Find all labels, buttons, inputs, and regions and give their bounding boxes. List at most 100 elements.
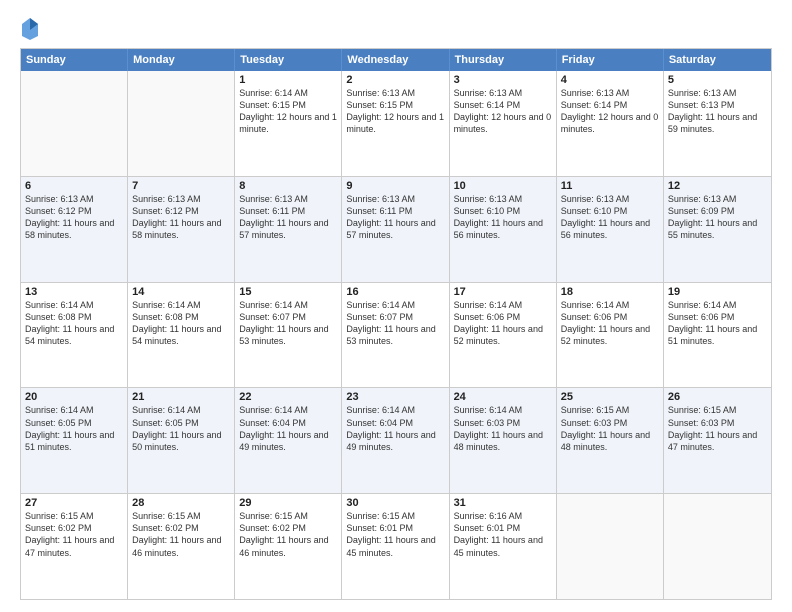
day-number: 22: [239, 391, 337, 403]
day-number: 20: [25, 391, 123, 403]
cal-cell-4-7: 26Sunrise: 6:15 AM Sunset: 6:03 PM Dayli…: [664, 388, 771, 493]
calendar-row-5: 27Sunrise: 6:15 AM Sunset: 6:02 PM Dayli…: [21, 493, 771, 599]
calendar-header: SundayMondayTuesdayWednesdayThursdayFrid…: [21, 49, 771, 71]
cal-cell-4-4: 23Sunrise: 6:14 AM Sunset: 6:04 PM Dayli…: [342, 388, 449, 493]
header-day-wednesday: Wednesday: [342, 49, 449, 71]
cal-cell-4-2: 21Sunrise: 6:14 AM Sunset: 6:05 PM Dayli…: [128, 388, 235, 493]
logo-icon: [20, 16, 40, 40]
cell-info: Sunrise: 6:14 AM Sunset: 6:06 PM Dayligh…: [561, 299, 659, 348]
cell-info: Sunrise: 6:14 AM Sunset: 6:05 PM Dayligh…: [25, 404, 123, 453]
cal-cell-3-4: 16Sunrise: 6:14 AM Sunset: 6:07 PM Dayli…: [342, 283, 449, 388]
cal-cell-4-3: 22Sunrise: 6:14 AM Sunset: 6:04 PM Dayli…: [235, 388, 342, 493]
day-number: 2: [346, 74, 444, 86]
header-day-tuesday: Tuesday: [235, 49, 342, 71]
day-number: 30: [346, 497, 444, 509]
day-number: 8: [239, 180, 337, 192]
cal-cell-5-1: 27Sunrise: 6:15 AM Sunset: 6:02 PM Dayli…: [21, 494, 128, 599]
cell-info: Sunrise: 6:15 AM Sunset: 6:02 PM Dayligh…: [25, 510, 123, 559]
day-number: 4: [561, 74, 659, 86]
header-day-saturday: Saturday: [664, 49, 771, 71]
calendar: SundayMondayTuesdayWednesdayThursdayFrid…: [20, 48, 772, 600]
cal-cell-1-2: [128, 71, 235, 176]
cell-info: Sunrise: 6:13 AM Sunset: 6:10 PM Dayligh…: [561, 193, 659, 242]
cell-info: Sunrise: 6:15 AM Sunset: 6:02 PM Dayligh…: [132, 510, 230, 559]
day-number: 3: [454, 74, 552, 86]
day-number: 26: [668, 391, 767, 403]
day-number: 6: [25, 180, 123, 192]
day-number: 24: [454, 391, 552, 403]
cal-cell-4-5: 24Sunrise: 6:14 AM Sunset: 6:03 PM Dayli…: [450, 388, 557, 493]
cal-cell-4-1: 20Sunrise: 6:14 AM Sunset: 6:05 PM Dayli…: [21, 388, 128, 493]
calendar-row-2: 6Sunrise: 6:13 AM Sunset: 6:12 PM Daylig…: [21, 176, 771, 282]
day-number: 12: [668, 180, 767, 192]
page: SundayMondayTuesdayWednesdayThursdayFrid…: [0, 0, 792, 612]
day-number: 5: [668, 74, 767, 86]
day-number: 27: [25, 497, 123, 509]
cal-cell-4-6: 25Sunrise: 6:15 AM Sunset: 6:03 PM Dayli…: [557, 388, 664, 493]
calendar-row-3: 13Sunrise: 6:14 AM Sunset: 6:08 PM Dayli…: [21, 282, 771, 388]
cell-info: Sunrise: 6:15 AM Sunset: 6:03 PM Dayligh…: [668, 404, 767, 453]
calendar-row-4: 20Sunrise: 6:14 AM Sunset: 6:05 PM Dayli…: [21, 387, 771, 493]
day-number: 31: [454, 497, 552, 509]
header-day-monday: Monday: [128, 49, 235, 71]
cal-cell-3-6: 18Sunrise: 6:14 AM Sunset: 6:06 PM Dayli…: [557, 283, 664, 388]
cal-cell-2-3: 8Sunrise: 6:13 AM Sunset: 6:11 PM Daylig…: [235, 177, 342, 282]
header-day-sunday: Sunday: [21, 49, 128, 71]
cal-cell-5-6: [557, 494, 664, 599]
cell-info: Sunrise: 6:13 AM Sunset: 6:14 PM Dayligh…: [454, 87, 552, 136]
cell-info: Sunrise: 6:14 AM Sunset: 6:04 PM Dayligh…: [346, 404, 444, 453]
cal-cell-5-4: 30Sunrise: 6:15 AM Sunset: 6:01 PM Dayli…: [342, 494, 449, 599]
cell-info: Sunrise: 6:13 AM Sunset: 6:13 PM Dayligh…: [668, 87, 767, 136]
cal-cell-2-4: 9Sunrise: 6:13 AM Sunset: 6:11 PM Daylig…: [342, 177, 449, 282]
day-number: 11: [561, 180, 659, 192]
cell-info: Sunrise: 6:15 AM Sunset: 6:01 PM Dayligh…: [346, 510, 444, 559]
cal-cell-5-7: [664, 494, 771, 599]
day-number: 16: [346, 286, 444, 298]
day-number: 25: [561, 391, 659, 403]
cell-info: Sunrise: 6:14 AM Sunset: 6:05 PM Dayligh…: [132, 404, 230, 453]
logo: [20, 16, 44, 40]
header-day-thursday: Thursday: [450, 49, 557, 71]
cal-cell-1-5: 3Sunrise: 6:13 AM Sunset: 6:14 PM Daylig…: [450, 71, 557, 176]
cal-cell-5-2: 28Sunrise: 6:15 AM Sunset: 6:02 PM Dayli…: [128, 494, 235, 599]
cal-cell-2-1: 6Sunrise: 6:13 AM Sunset: 6:12 PM Daylig…: [21, 177, 128, 282]
cal-cell-1-7: 5Sunrise: 6:13 AM Sunset: 6:13 PM Daylig…: [664, 71, 771, 176]
calendar-row-1: 1Sunrise: 6:14 AM Sunset: 6:15 PM Daylig…: [21, 71, 771, 176]
cal-cell-5-5: 31Sunrise: 6:16 AM Sunset: 6:01 PM Dayli…: [450, 494, 557, 599]
cell-info: Sunrise: 6:14 AM Sunset: 6:07 PM Dayligh…: [346, 299, 444, 348]
cal-cell-2-7: 12Sunrise: 6:13 AM Sunset: 6:09 PM Dayli…: [664, 177, 771, 282]
day-number: 23: [346, 391, 444, 403]
cell-info: Sunrise: 6:14 AM Sunset: 6:04 PM Dayligh…: [239, 404, 337, 453]
day-number: 15: [239, 286, 337, 298]
cell-info: Sunrise: 6:14 AM Sunset: 6:03 PM Dayligh…: [454, 404, 552, 453]
day-number: 19: [668, 286, 767, 298]
cell-info: Sunrise: 6:14 AM Sunset: 6:08 PM Dayligh…: [132, 299, 230, 348]
cell-info: Sunrise: 6:13 AM Sunset: 6:12 PM Dayligh…: [25, 193, 123, 242]
cal-cell-3-2: 14Sunrise: 6:14 AM Sunset: 6:08 PM Dayli…: [128, 283, 235, 388]
cal-cell-3-5: 17Sunrise: 6:14 AM Sunset: 6:06 PM Dayli…: [450, 283, 557, 388]
day-number: 17: [454, 286, 552, 298]
day-number: 29: [239, 497, 337, 509]
cell-info: Sunrise: 6:16 AM Sunset: 6:01 PM Dayligh…: [454, 510, 552, 559]
cal-cell-5-3: 29Sunrise: 6:15 AM Sunset: 6:02 PM Dayli…: [235, 494, 342, 599]
cal-cell-1-4: 2Sunrise: 6:13 AM Sunset: 6:15 PM Daylig…: [342, 71, 449, 176]
day-number: 21: [132, 391, 230, 403]
day-number: 9: [346, 180, 444, 192]
cell-info: Sunrise: 6:14 AM Sunset: 6:15 PM Dayligh…: [239, 87, 337, 136]
header-day-friday: Friday: [557, 49, 664, 71]
cal-cell-2-2: 7Sunrise: 6:13 AM Sunset: 6:12 PM Daylig…: [128, 177, 235, 282]
cal-cell-3-7: 19Sunrise: 6:14 AM Sunset: 6:06 PM Dayli…: [664, 283, 771, 388]
day-number: 28: [132, 497, 230, 509]
day-number: 18: [561, 286, 659, 298]
cell-info: Sunrise: 6:14 AM Sunset: 6:06 PM Dayligh…: [668, 299, 767, 348]
cell-info: Sunrise: 6:13 AM Sunset: 6:12 PM Dayligh…: [132, 193, 230, 242]
day-number: 10: [454, 180, 552, 192]
cal-cell-2-5: 10Sunrise: 6:13 AM Sunset: 6:10 PM Dayli…: [450, 177, 557, 282]
cell-info: Sunrise: 6:13 AM Sunset: 6:11 PM Dayligh…: [346, 193, 444, 242]
cal-cell-3-3: 15Sunrise: 6:14 AM Sunset: 6:07 PM Dayli…: [235, 283, 342, 388]
day-number: 14: [132, 286, 230, 298]
cal-cell-1-6: 4Sunrise: 6:13 AM Sunset: 6:14 PM Daylig…: [557, 71, 664, 176]
day-number: 7: [132, 180, 230, 192]
cell-info: Sunrise: 6:15 AM Sunset: 6:03 PM Dayligh…: [561, 404, 659, 453]
cal-cell-1-3: 1Sunrise: 6:14 AM Sunset: 6:15 PM Daylig…: [235, 71, 342, 176]
